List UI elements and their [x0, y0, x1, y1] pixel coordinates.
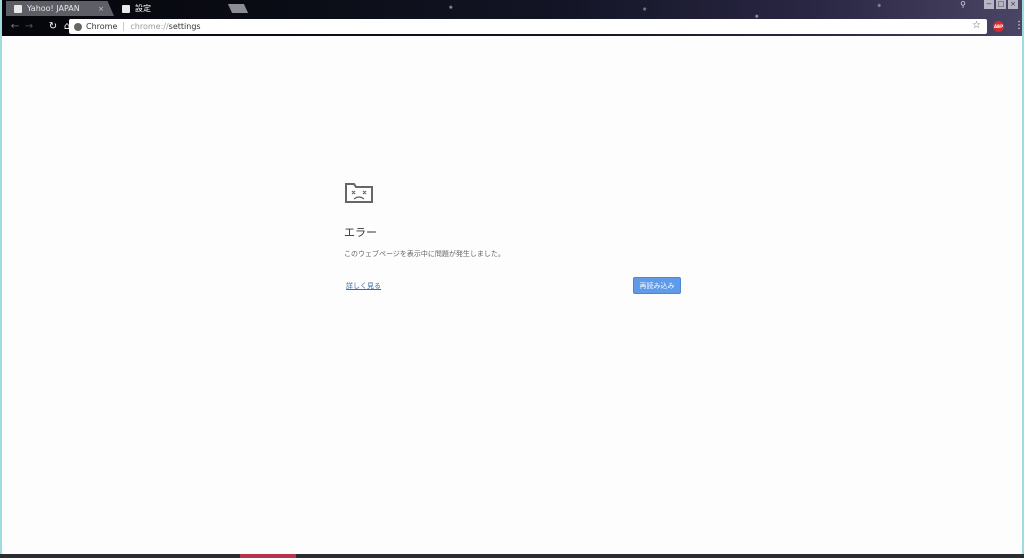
reload-button[interactable]: 再読み込み — [633, 277, 681, 294]
error-actions: 詳しく見る 再読み込み — [344, 277, 684, 297]
browser-frame: Yahoo! JAPAN × 設定 ⚲ − □ × ← → ↻ ⌂ Chrome — [2, 0, 1022, 36]
minimize-button[interactable]: − — [984, 0, 994, 9]
tab-close-icon[interactable]: × — [98, 5, 104, 13]
adblock-extension-icon[interactable]: ABP — [993, 21, 1004, 32]
error-title: エラー — [344, 226, 377, 239]
menu-icon[interactable]: ⋮ — [1014, 20, 1022, 31]
toolbar: ← → ↻ ⌂ Chrome chrome:// settings ☆ — [2, 18, 1022, 35]
user-icon[interactable]: ⚲ — [960, 0, 966, 9]
url-host: settings — [168, 22, 201, 31]
bookmark-star-icon[interactable]: ☆ — [972, 20, 981, 31]
site-info-icon[interactable] — [74, 22, 82, 31]
tab-title: 設定 — [135, 4, 151, 13]
reload-icon[interactable]: ↻ — [46, 21, 60, 32]
page-icon — [122, 4, 130, 13]
tab-title: Yahoo! JAPAN — [27, 4, 80, 13]
tab-settings[interactable]: 設定 — [114, 1, 228, 16]
new-tab-button[interactable] — [227, 4, 249, 13]
close-button[interactable]: × — [1008, 0, 1018, 9]
page-icon — [14, 4, 22, 13]
taskbar-accent — [240, 554, 296, 558]
back-icon[interactable]: ← — [8, 21, 22, 32]
url-scheme: chrome:// — [130, 22, 169, 31]
error-panel: エラー このウェブページを表示中に問題が発生しました。 詳しく見る 再読み込み — [344, 180, 684, 297]
site-chip: Chrome — [86, 22, 125, 31]
error-description: このウェブページを表示中に問題が発生しました。 — [344, 250, 505, 258]
forward-icon[interactable]: → — [22, 21, 36, 32]
address-bar[interactable]: Chrome chrome:// settings ☆ — [69, 19, 987, 34]
sad-folder-icon — [344, 180, 374, 204]
browser-window: Yahoo! JAPAN × 設定 ⚲ − □ × ← → ↻ ⌂ Chrome — [2, 0, 1022, 556]
details-link[interactable]: 詳しく見る — [346, 281, 381, 291]
restore-button[interactable]: □ — [996, 0, 1006, 9]
window-controls: − □ × — [984, 0, 1018, 9]
tab-yahoo-japan[interactable]: Yahoo! JAPAN × — [6, 1, 114, 16]
page-content: エラー このウェブページを表示中に問題が発生しました。 詳しく見る 再読み込み — [2, 36, 1022, 556]
tab-strip: Yahoo! JAPAN × 設定 ⚲ − □ × — [2, 0, 1022, 18]
taskbar-edge — [0, 554, 1024, 558]
